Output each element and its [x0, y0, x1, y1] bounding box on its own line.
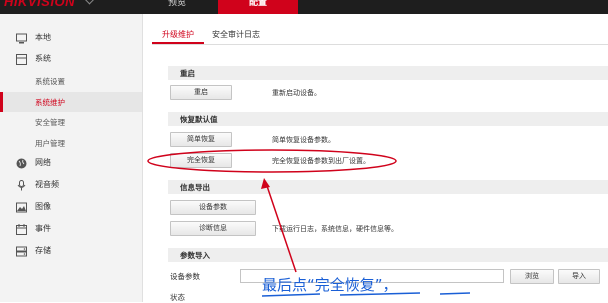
arrow-head [261, 178, 270, 189]
annotation-callout: 最后点“完全恢复”， [262, 276, 398, 294]
annotation-overlay [147, 149, 471, 297]
arrow-line [265, 182, 297, 273]
highlight-ellipse [147, 149, 397, 173]
